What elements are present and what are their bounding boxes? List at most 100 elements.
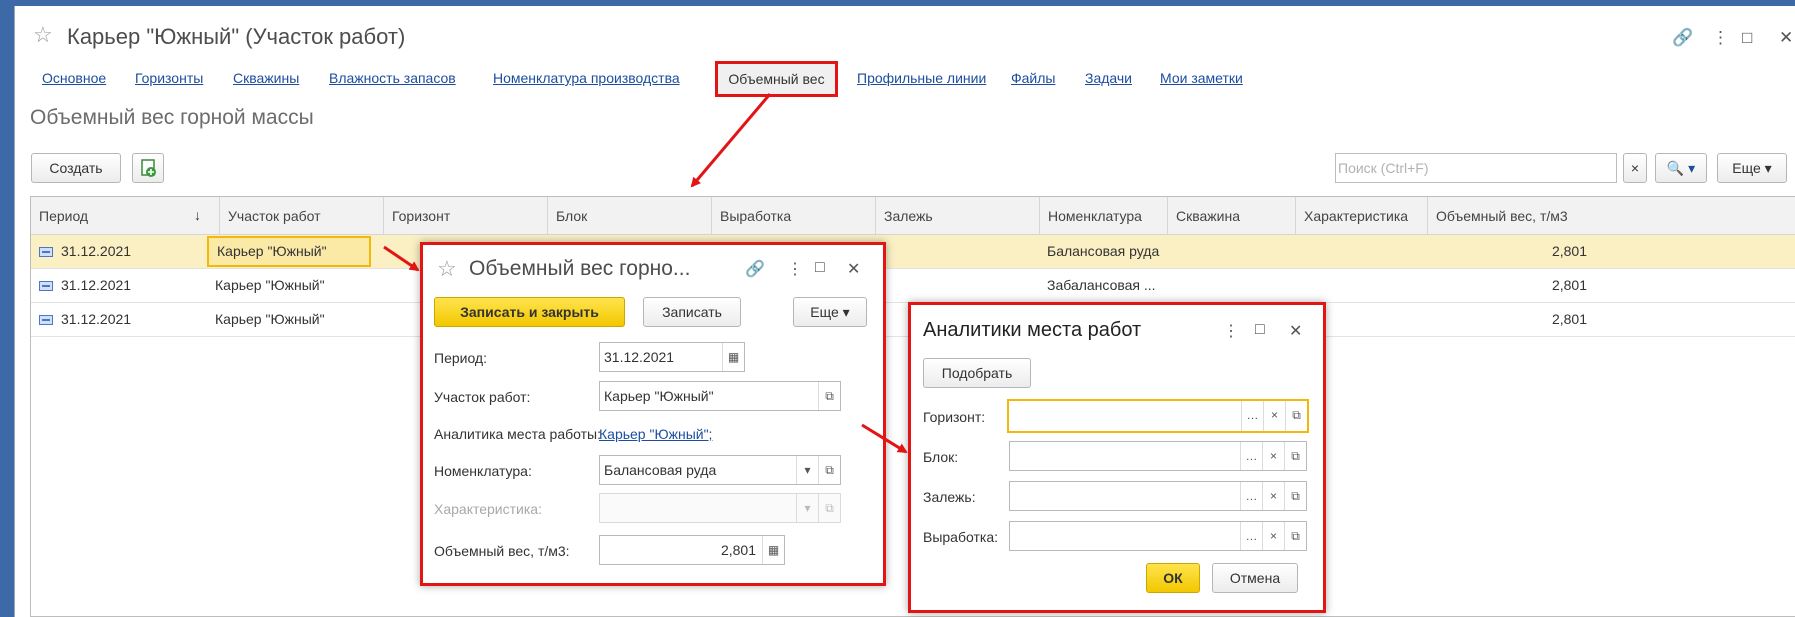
calendar-icon[interactable]: ▦	[722, 343, 744, 371]
col-well[interactable]: Скважина	[1167, 197, 1295, 235]
search-clear-button[interactable]: ×	[1623, 153, 1647, 183]
analytics-link[interactable]: Карьер "Южный";	[599, 426, 712, 442]
clear-icon[interactable]: ×	[1262, 442, 1284, 470]
more-actions-icon[interactable]: ⋮	[1223, 321, 1239, 341]
characteristic-field: ▾ ⧉	[599, 493, 841, 523]
clear-icon[interactable]: ×	[1263, 401, 1285, 431]
ok-button[interactable]: ОК	[1146, 563, 1200, 593]
section-title: Объемный вес горной массы	[30, 106, 314, 129]
dropdown-icon: ▾	[796, 494, 818, 522]
site-field[interactable]: Карьер "Южный" ⧉	[599, 381, 841, 411]
volume-weight-field[interactable]: 2,801 ▦	[599, 535, 785, 565]
row-volume-weight: 2,801	[1551, 277, 1587, 293]
tab-nomenklatura[interactable]: Номенклатура производства	[493, 70, 680, 86]
link-icon[interactable]: 🔗	[1672, 28, 1693, 48]
maximize-icon[interactable]: □	[1742, 28, 1752, 48]
open-icon[interactable]: ⧉	[1285, 401, 1307, 431]
window-title: Карьер "Южный" (Участок работ)	[67, 24, 406, 49]
select-icon[interactable]: …	[1240, 442, 1262, 470]
open-icon[interactable]: ⧉	[818, 382, 840, 410]
close-icon[interactable]: ✕	[1289, 321, 1302, 341]
row-nomenclature: Балансовая руда	[1047, 243, 1160, 259]
tab-profilnye-linii[interactable]: Профильные линии	[857, 70, 986, 86]
period-field[interactable]: 31.12.2021 ▦	[599, 342, 745, 372]
maximize-icon[interactable]: □	[1255, 321, 1265, 339]
deposit-label: Залежь:	[923, 489, 976, 505]
open-icon[interactable]: ⧉	[1284, 442, 1306, 470]
create-button[interactable]: Создать	[31, 153, 121, 183]
nomenclature-field[interactable]: Балансовая руда ▾ ⧉	[599, 455, 841, 485]
add-copy-icon	[141, 159, 156, 177]
save-and-close-button[interactable]: Записать и закрыть	[434, 297, 625, 327]
main-window: ☆ Карьер "Южный" (Участок работ) 🔗 ⋮ □ ✕…	[14, 6, 1795, 617]
tab-zadachi[interactable]: Задачи	[1085, 70, 1132, 86]
working-field[interactable]: … × ⧉	[1009, 521, 1307, 551]
table-row[interactable]: 31.12.2021 Карьер "Южный" Забалансовая .…	[31, 269, 1795, 303]
pick-button[interactable]: Подобрать	[923, 358, 1031, 388]
col-block[interactable]: Блок	[547, 197, 711, 235]
select-icon[interactable]: …	[1240, 482, 1262, 510]
volume-weight-dialog: ☆ Объемный вес горно... 🔗 ⋮ □ ✕ Записать…	[420, 242, 886, 586]
search-input[interactable]: Поиск (Ctrl+F)	[1335, 153, 1617, 183]
table-header: Период ↓ Участок работ Горизонт Блок Выр…	[31, 197, 1795, 235]
col-working[interactable]: Выработка	[711, 197, 875, 235]
clear-icon[interactable]: ×	[1262, 482, 1284, 510]
row-period: 31.12.2021	[61, 243, 132, 259]
more-button[interactable]: Еще ▾	[1717, 153, 1787, 183]
dialog-title: Аналитики места работ	[923, 319, 1142, 341]
row-period: 31.12.2021	[61, 311, 132, 327]
more-button[interactable]: Еще ▾	[793, 297, 867, 327]
col-deposit[interactable]: Залежь	[875, 197, 1039, 235]
search-button[interactable]: 🔍 ▾	[1655, 153, 1707, 183]
select-icon[interactable]: …	[1241, 401, 1263, 431]
more-actions-icon[interactable]: ⋮	[1712, 28, 1729, 48]
period-label: Период:	[434, 350, 487, 366]
calculator-icon[interactable]: ▦	[762, 536, 784, 564]
col-volume-weight[interactable]: Объемный вес, т/м3	[1427, 197, 1595, 235]
tab-gorizonty[interactable]: Горизонты	[135, 70, 203, 86]
deposit-field[interactable]: … × ⧉	[1009, 481, 1307, 511]
sort-arrow-icon: ↓	[194, 207, 201, 223]
col-horizon[interactable]: Горизонт	[383, 197, 547, 235]
copy-button[interactable]	[132, 153, 164, 183]
block-field[interactable]: … × ⧉	[1009, 441, 1307, 471]
clear-icon[interactable]: ×	[1262, 522, 1284, 550]
row-site[interactable]: Карьер "Южный"	[207, 236, 371, 267]
more-actions-icon[interactable]: ⋮	[787, 259, 803, 279]
col-nomenclature[interactable]: Номенклатура	[1039, 197, 1167, 235]
col-period[interactable]: Период	[31, 197, 219, 235]
table-row[interactable]: 31.12.2021 Карьер "Южный" Балансовая руд…	[31, 235, 1795, 269]
site-label: Участок работ:	[434, 389, 531, 405]
nomenclature-label: Номенклатура:	[434, 463, 532, 479]
favorite-star-icon[interactable]: ☆	[437, 256, 457, 282]
working-label: Выработка:	[923, 529, 998, 545]
cancel-button[interactable]: Отмена	[1212, 563, 1298, 593]
tab-osnovnoe[interactable]: Основное	[42, 70, 106, 86]
col-characteristic[interactable]: Характеристика	[1295, 197, 1427, 235]
col-site[interactable]: Участок работ	[219, 197, 383, 235]
row-site: Карьер "Южный"	[215, 277, 325, 293]
record-icon	[39, 247, 53, 257]
record-icon	[39, 281, 53, 291]
dropdown-icon[interactable]: ▾	[796, 456, 818, 484]
tab-faily[interactable]: Файлы	[1011, 70, 1055, 86]
select-icon[interactable]: …	[1240, 522, 1262, 550]
link-icon[interactable]: 🔗	[745, 259, 765, 279]
horizon-field[interactable]: … × ⧉	[1007, 399, 1309, 433]
tab-vlazhnost[interactable]: Влажность запасов	[329, 70, 456, 86]
tab-moi-zametki[interactable]: Мои заметки	[1160, 70, 1243, 86]
row-period: 31.12.2021	[61, 277, 132, 293]
open-icon[interactable]: ⧉	[818, 456, 840, 484]
maximize-icon[interactable]: □	[815, 259, 825, 277]
save-button[interactable]: Записать	[643, 297, 741, 327]
open-icon[interactable]: ⧉	[1284, 482, 1306, 510]
tab-obemnyi-ves[interactable]: Объемный вес	[715, 61, 838, 97]
open-icon: ⧉	[818, 494, 840, 522]
open-icon[interactable]: ⧉	[1284, 522, 1306, 550]
row-site: Карьер "Южный"	[215, 311, 325, 327]
favorite-star-icon[interactable]: ☆	[33, 22, 53, 48]
close-icon[interactable]: ✕	[847, 259, 860, 279]
record-icon	[39, 315, 53, 325]
close-icon[interactable]: ✕	[1779, 28, 1793, 48]
tab-skvazhiny[interactable]: Скважины	[233, 70, 299, 86]
